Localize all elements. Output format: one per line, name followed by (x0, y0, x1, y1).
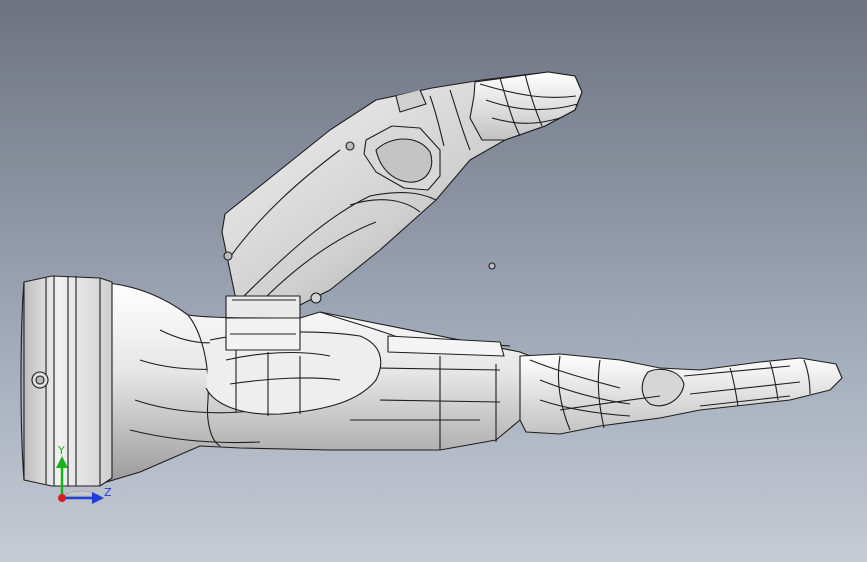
x-axis-dot (58, 494, 66, 502)
coordinate-triad: Y Z (56, 444, 112, 504)
graphics-viewport[interactable]: Y Z (0, 0, 867, 562)
y-axis-arrow (56, 456, 68, 498)
z-axis-label: Z (104, 486, 112, 499)
y-axis-label: Y (57, 444, 65, 457)
